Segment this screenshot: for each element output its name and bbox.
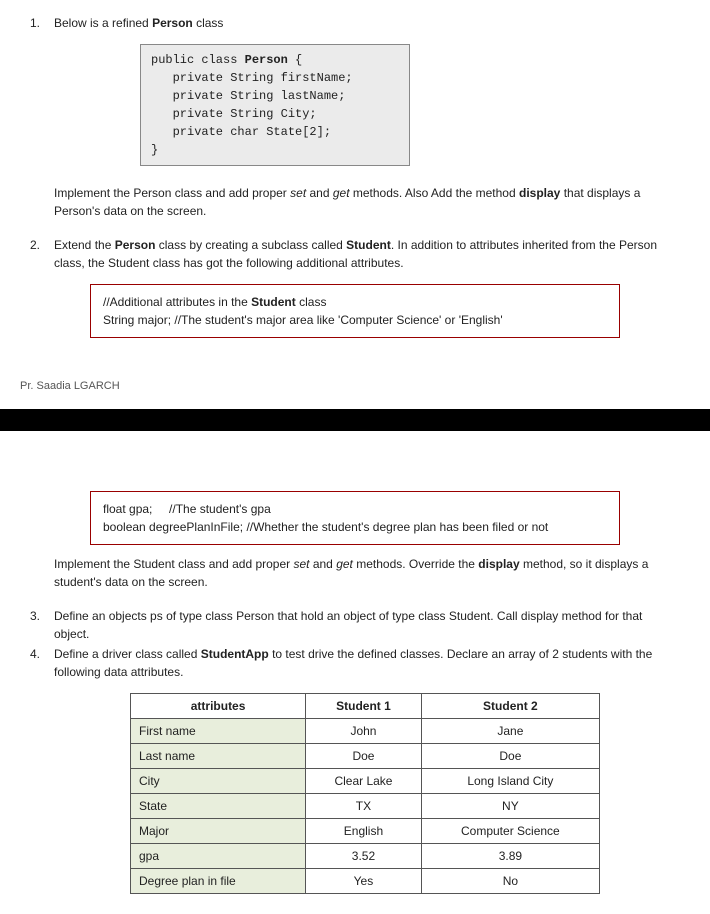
table-cell-value: Clear Lake bbox=[306, 768, 422, 793]
impl2-get: get bbox=[336, 557, 353, 571]
th-student1: Student 1 bbox=[306, 693, 422, 718]
table-cell-attr: First name bbox=[131, 718, 306, 743]
box1-bold: Student bbox=[251, 295, 296, 309]
th-student2: Student 2 bbox=[421, 693, 599, 718]
q1-paragraph: Implement the Person class and add prope… bbox=[54, 184, 680, 220]
q4-bold: StudentApp bbox=[201, 647, 269, 661]
q2-a: Extend the bbox=[54, 238, 115, 252]
q1-intro-after: class bbox=[193, 16, 224, 30]
table-body: First nameJohnJaneLast nameDoeDoeCityCle… bbox=[131, 718, 600, 893]
q2-student: Student bbox=[346, 238, 391, 252]
student-data-table: attributes Student 1 Student 2 First nam… bbox=[130, 693, 600, 894]
table-cell-attr: Degree plan in file bbox=[131, 868, 306, 893]
table-cell-attr: City bbox=[131, 768, 306, 793]
impl2-and: and bbox=[310, 557, 337, 571]
table-cell-value: John bbox=[306, 718, 422, 743]
q1-intro-bold: Person bbox=[152, 16, 193, 30]
box2-line2: boolean degreePlanInFile; //Whether the … bbox=[103, 518, 607, 536]
impl2-a: Implement the Student class and add prop… bbox=[54, 557, 293, 571]
impl2-paragraph: Implement the Student class and add prop… bbox=[54, 555, 680, 591]
table-row: First nameJohnJane bbox=[131, 718, 600, 743]
table-row: Last nameDoeDoe bbox=[131, 743, 600, 768]
impl2-disp: display bbox=[478, 557, 519, 571]
question-1: 1. Below is a refined Person class bbox=[30, 14, 680, 32]
table-cell-value: NY bbox=[421, 793, 599, 818]
q4-number: 4. bbox=[30, 645, 54, 681]
impl2-b: methods. Override the bbox=[353, 557, 478, 571]
table-cell-value: TX bbox=[306, 793, 422, 818]
table-cell-attr: Last name bbox=[131, 743, 306, 768]
table-cell-value: English bbox=[306, 818, 422, 843]
table-cell-value: 3.52 bbox=[306, 843, 422, 868]
student-attr-box-1: //Additional attributes in the Student c… bbox=[90, 284, 620, 338]
q3-text: Define an objects ps of type class Perso… bbox=[54, 607, 680, 643]
q2-b: class by creating a subclass called bbox=[155, 238, 346, 252]
table-cell-value: No bbox=[421, 868, 599, 893]
page-divider-bar bbox=[0, 409, 710, 431]
q1-get: get bbox=[333, 186, 350, 200]
table-row: gpa3.523.89 bbox=[131, 843, 600, 868]
table-cell-value: 3.89 bbox=[421, 843, 599, 868]
box2-a: float gpa; bbox=[103, 502, 152, 516]
table-cell-value: Computer Science bbox=[421, 818, 599, 843]
table-cell-attr: State bbox=[131, 793, 306, 818]
q1-and: and bbox=[306, 186, 333, 200]
q3-number: 3. bbox=[30, 607, 54, 643]
q4-a: Define a driver class called bbox=[54, 647, 201, 661]
table-cell-value: Doe bbox=[306, 743, 422, 768]
box1-line1: //Additional attributes in the Student c… bbox=[103, 293, 607, 311]
table-cell-attr: Major bbox=[131, 818, 306, 843]
q4-content: Define a driver class called StudentApp … bbox=[54, 645, 680, 681]
table-cell-value: Doe bbox=[421, 743, 599, 768]
table-row: CityClear LakeLong Island City bbox=[131, 768, 600, 793]
table-row: MajorEnglishComputer Science bbox=[131, 818, 600, 843]
impl2-set: set bbox=[293, 557, 309, 571]
box1-b: class bbox=[296, 295, 327, 309]
question-4: 4. Define a driver class called StudentA… bbox=[30, 645, 680, 681]
q1-para-b: methods. Also Add the method bbox=[350, 186, 519, 200]
q1-content: Below is a refined Person class bbox=[54, 14, 680, 32]
code-body: { private String firstName; private Stri… bbox=[151, 53, 353, 157]
table-cell-value: Jane bbox=[421, 718, 599, 743]
table-cell-value: Long Island City bbox=[421, 768, 599, 793]
student-attr-box-2: float gpa; //The student's gpa boolean d… bbox=[90, 491, 620, 545]
question-3: 3. Define an objects ps of type class Pe… bbox=[30, 607, 680, 643]
box1-line2: String major; //The student's major area… bbox=[103, 311, 607, 329]
q1-display: display bbox=[519, 186, 560, 200]
q1-intro-before: Below is a refined bbox=[54, 16, 152, 30]
table-row: Degree plan in fileYesNo bbox=[131, 868, 600, 893]
code-box-person: public class Person { private String fir… bbox=[140, 44, 410, 166]
table-row: StateTXNY bbox=[131, 793, 600, 818]
q2-number: 2. bbox=[30, 236, 54, 272]
question-2: 2. Extend the Person class by creating a… bbox=[30, 236, 680, 272]
page-footer-author: Pr. Saadia LGARCH bbox=[20, 378, 680, 395]
q1-set: set bbox=[290, 186, 306, 200]
q1-number: 1. bbox=[30, 14, 54, 32]
code-pre: public class bbox=[151, 53, 245, 67]
box2-b: //The student's gpa bbox=[169, 502, 271, 516]
q1-para-a: Implement the Person class and add prope… bbox=[54, 186, 290, 200]
table-header-row: attributes Student 1 Student 2 bbox=[131, 693, 600, 718]
q2-person: Person bbox=[115, 238, 156, 252]
table-cell-attr: gpa bbox=[131, 843, 306, 868]
q2-content: Extend the Person class by creating a su… bbox=[54, 236, 680, 272]
th-attributes: attributes bbox=[131, 693, 306, 718]
box2-line1: float gpa; //The student's gpa bbox=[103, 500, 607, 518]
table-cell-value: Yes bbox=[306, 868, 422, 893]
code-classname: Person bbox=[245, 53, 288, 67]
box1-a: //Additional attributes in the bbox=[103, 295, 251, 309]
